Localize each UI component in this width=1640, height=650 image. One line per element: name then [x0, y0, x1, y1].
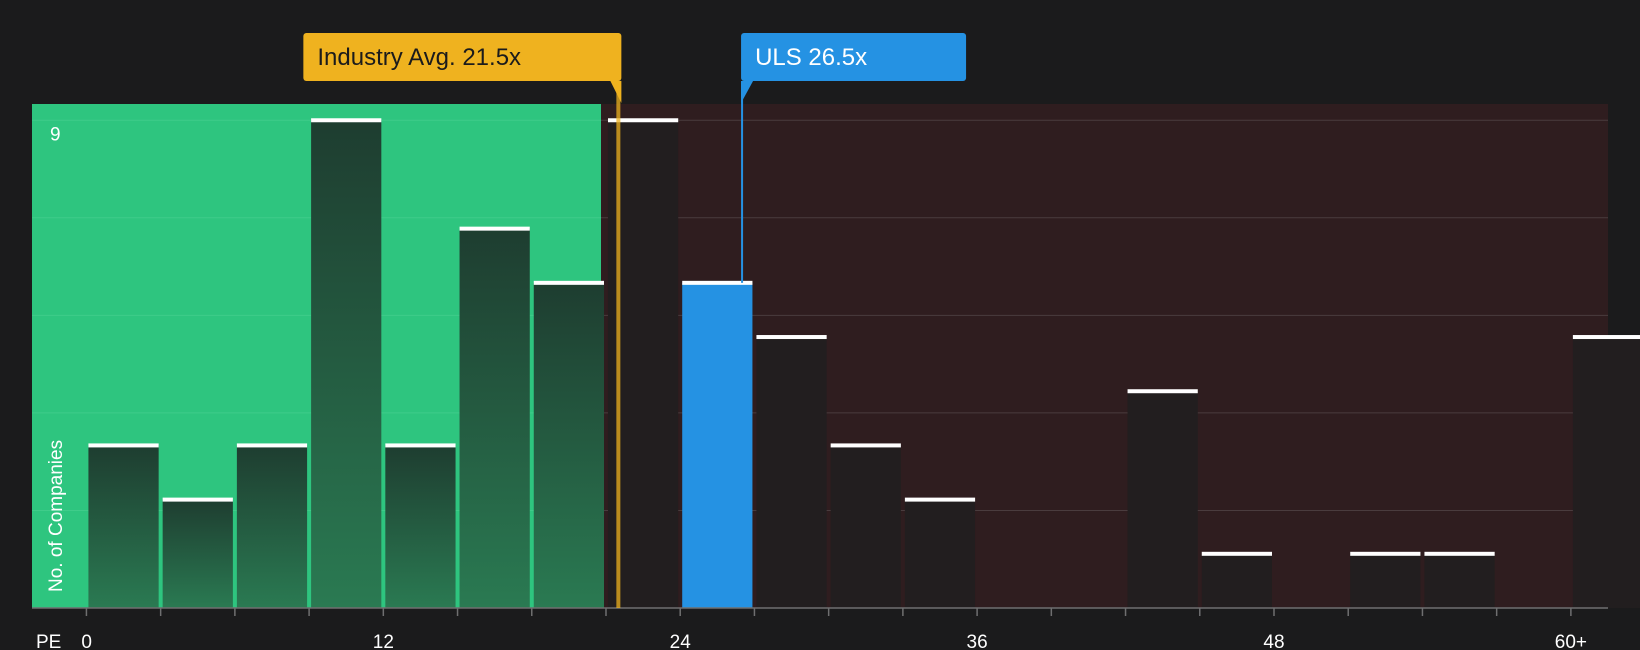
bar-top-line	[830, 443, 901, 448]
bar-top-line	[904, 497, 976, 502]
histogram-bar	[385, 445, 456, 608]
histogram-bar	[904, 499, 976, 608]
histogram-bar	[533, 282, 604, 608]
histogram-bar	[459, 228, 530, 609]
histogram-bar	[1127, 391, 1198, 608]
x-tick-label: 60+	[1555, 632, 1587, 650]
histogram-bar	[162, 499, 233, 608]
histogram-bar	[756, 337, 827, 608]
histogram-bar	[236, 445, 308, 608]
bar-top-line	[1424, 551, 1495, 556]
histogram-bar	[1572, 337, 1640, 608]
bar-top-line	[162, 497, 233, 502]
company-label-text: ULS 26.5x	[755, 44, 867, 71]
histogram-bar	[1350, 553, 1421, 608]
histogram-bar	[88, 445, 159, 608]
x-tick-label: 36	[967, 632, 988, 650]
y-tick-label: 9	[50, 124, 61, 145]
pe-distribution-chart: 0 12 24 36 48 60+ 9 Industry Avg. 21.5x ULS 26.…	[32, 33, 1640, 650]
bar-top-line	[1572, 335, 1640, 340]
bar-top-line	[236, 443, 308, 448]
bar-top-line	[1350, 551, 1421, 556]
bar-top-line	[533, 280, 604, 285]
bar-top-line	[1127, 389, 1198, 394]
histogram-bar	[1424, 553, 1495, 608]
x-axis-title: PE	[36, 632, 61, 650]
bar-top-line	[385, 443, 456, 448]
x-tick-label: 0	[81, 632, 92, 650]
bar-top-line	[756, 335, 827, 340]
histogram-bar	[830, 445, 901, 608]
bar-top-line	[459, 226, 530, 231]
industry-label-text: Industry Avg. 21.5x	[317, 44, 521, 71]
histogram-bar	[1201, 553, 1272, 608]
x-tick-label: 12	[373, 632, 394, 650]
histogram-bar	[682, 282, 753, 608]
histogram-bar	[311, 120, 382, 609]
x-tick-label: 48	[1263, 632, 1284, 650]
bar-top-line	[311, 118, 382, 123]
y-axis-title: No. of Companies	[46, 440, 67, 592]
bar-top-line	[88, 443, 159, 448]
x-tick-label: 24	[670, 632, 692, 650]
bar-top-line	[1201, 551, 1272, 556]
